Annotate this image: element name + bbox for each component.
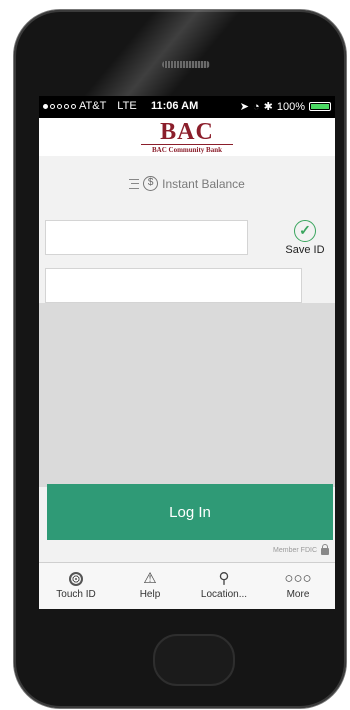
tab-touch-id[interactable]: Touch ID xyxy=(39,563,113,609)
password-field-box xyxy=(45,268,302,303)
battery-level xyxy=(311,104,329,109)
bluetooth-icon: ✱ xyxy=(263,101,273,113)
tab-help[interactable]: ⚠ Help xyxy=(113,563,187,609)
tab-touch-id-label: Touch ID xyxy=(56,589,96,600)
status-time: 11:06 AM xyxy=(151,100,199,112)
username-input[interactable] xyxy=(46,221,247,254)
tab-more-label: More xyxy=(286,589,310,600)
tab-bar: Touch ID ⚠ Help ⚲ Location... ○○○ More xyxy=(39,562,335,609)
speed-lines-icon xyxy=(129,178,140,189)
location-arrow-icon: ➤ xyxy=(239,101,249,113)
password-input[interactable] xyxy=(46,269,301,302)
carrier-label: AT&T xyxy=(79,100,107,112)
bank-logo: BAC xyxy=(160,119,214,145)
content-area xyxy=(39,303,335,487)
status-left: AT&T LTE xyxy=(43,100,137,112)
member-fdic: Member FDIC xyxy=(273,544,329,555)
app-screen: AT&T LTE 11:06 AM ➤ ◔ ✱ 100% BAC BAC Com… xyxy=(39,96,335,609)
signal-strength-icon xyxy=(43,103,76,109)
signal-dot xyxy=(57,103,62,109)
status-right: ➤ ◔ ✱ 100% xyxy=(240,100,331,113)
network-label: LTE xyxy=(117,100,137,112)
status-bar: AT&T LTE 11:06 AM ➤ ◔ ✱ 100% xyxy=(39,96,335,118)
tab-location-label: Location... xyxy=(200,589,248,600)
battery-percent: 100% xyxy=(276,100,305,113)
alarm-icon: ◔ xyxy=(252,100,260,113)
home-button[interactable] xyxy=(153,634,235,686)
member-fdic-label: Member FDIC xyxy=(273,546,317,554)
signal-dot xyxy=(43,103,48,109)
save-id-label: Save ID xyxy=(285,244,325,256)
location-pin-icon: ⚲ xyxy=(218,570,230,587)
tab-more[interactable]: ○○○ More xyxy=(261,563,335,609)
login-button[interactable]: Log In xyxy=(47,484,333,540)
earpiece-speaker xyxy=(162,61,210,68)
warning-icon: ⚠ xyxy=(143,570,157,587)
lock-icon xyxy=(321,544,329,555)
instant-balance-link[interactable]: $ Instant Balance xyxy=(39,176,335,191)
app-header: BAC BAC Community Bank xyxy=(39,118,335,156)
tab-location[interactable]: ⚲ Location... xyxy=(187,563,261,609)
dollar-coin-icon: $ xyxy=(143,176,159,191)
more-dots-icon: ○○○ xyxy=(284,570,312,587)
bank-name: BAC Community Bank xyxy=(151,146,222,154)
instant-balance-label: Instant Balance xyxy=(162,176,245,191)
save-id-toggle[interactable]: ✓ Save ID xyxy=(283,220,327,256)
signal-dot xyxy=(64,103,69,109)
signal-dot xyxy=(50,103,55,109)
battery-icon xyxy=(309,102,331,111)
signal-dot xyxy=(71,103,76,109)
username-field-box xyxy=(45,220,248,255)
tab-help-label: Help xyxy=(139,589,161,600)
fingerprint-icon xyxy=(39,569,113,589)
checkmark-icon: ✓ xyxy=(294,220,316,242)
